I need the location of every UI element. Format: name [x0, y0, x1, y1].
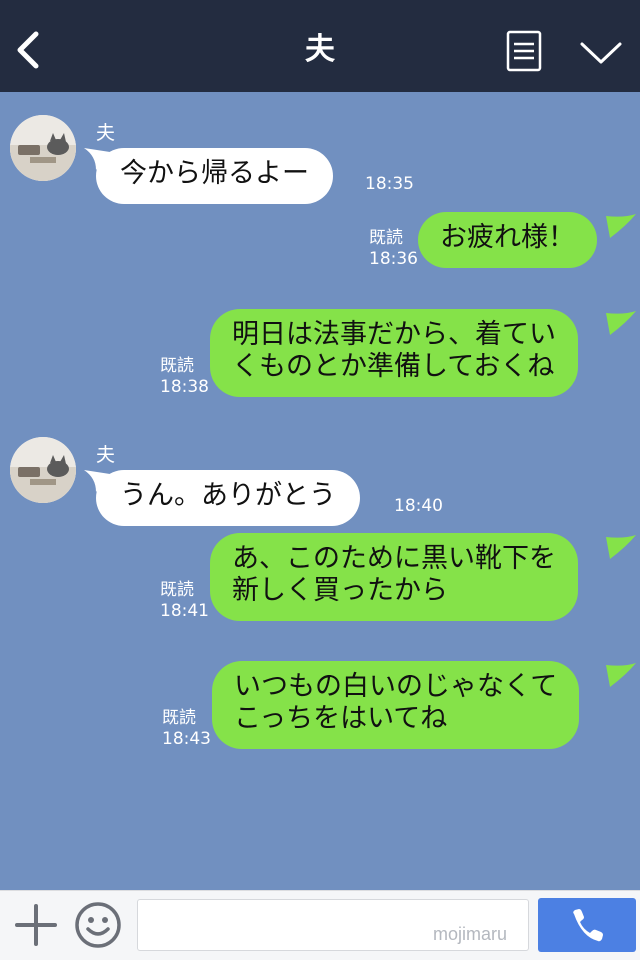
sender-name: 夫 — [96, 444, 116, 466]
emoji-button[interactable] — [74, 901, 122, 949]
add-attachment-button[interactable] — [14, 903, 58, 947]
message-time: 18:43 — [162, 729, 211, 749]
phone-icon — [573, 909, 603, 942]
chevron-down-icon — [580, 42, 622, 64]
read-status: 既読 18:43 — [162, 708, 211, 750]
message-time: 18:35 — [365, 174, 414, 194]
input-bar: mojimaru — [0, 890, 640, 960]
menu-list-icon — [506, 30, 542, 72]
message-bubble[interactable]: 今から帰るよー — [96, 148, 333, 204]
bubble-tail — [606, 311, 636, 335]
emoji-smiley-icon — [75, 902, 121, 948]
read-label: 既読 — [162, 708, 196, 728]
message-time: 18:36 — [369, 249, 418, 269]
message-bubble[interactable]: お疲れ様！ — [418, 212, 597, 268]
chat-header: 夫 — [0, 0, 640, 92]
message-text: お疲れ様！ — [440, 222, 575, 253]
message-bubble[interactable]: あ、このために黒い靴下を 新しく買ったから — [210, 533, 578, 621]
avatar[interactable] — [10, 115, 76, 181]
message-bubble[interactable]: 明日は法事だから、着てい くものとか準備しておくね — [210, 309, 578, 397]
chat-area[interactable]: 夫 今から帰るよー 18:35 既読 18:36 お疲れ様！ 既読 18:38 … — [0, 92, 640, 890]
menu-button[interactable] — [504, 30, 544, 74]
chat-title: 夫 — [305, 32, 335, 67]
read-status: 既読 18:41 — [160, 580, 209, 622]
message-line: こっちをはいてね — [234, 703, 448, 734]
call-button[interactable] — [538, 898, 636, 952]
read-label: 既読 — [160, 580, 194, 600]
bubble-tail — [606, 214, 636, 238]
read-label: 既読 — [369, 228, 403, 248]
message-line: 明日は法事だから、着てい — [232, 319, 556, 350]
message-time: 18:40 — [394, 496, 443, 516]
sender-name: 夫 — [96, 122, 116, 144]
read-status: 既読 18:36 — [369, 228, 418, 270]
bubble-tail — [606, 535, 636, 559]
message-text: うん。ありがとう — [120, 480, 336, 511]
message-time: 18:41 — [160, 601, 209, 621]
avatar-photo — [10, 115, 76, 181]
message-line: くものとか準備しておくね — [232, 351, 555, 382]
message-bubble[interactable]: いつもの白いのじゃなくて こっちをはいてね — [212, 661, 580, 749]
bubble-tail — [606, 663, 636, 687]
read-label: 既読 — [160, 356, 194, 376]
avatar-photo — [10, 437, 76, 503]
read-status: 既読 18:38 — [160, 356, 209, 398]
message-line: いつもの白いのじゃなくて — [234, 671, 558, 702]
collapse-button[interactable] — [578, 34, 624, 70]
watermark-text: mojimaru — [433, 924, 508, 944]
message-time: 18:38 — [160, 377, 209, 397]
message-line: あ、このために黒い靴下を — [232, 543, 556, 574]
plus-icon — [15, 904, 57, 946]
avatar[interactable] — [10, 437, 76, 503]
message-bubble[interactable]: うん。ありがとう — [96, 470, 360, 526]
message-line: 新しく買ったから — [232, 575, 448, 606]
message-text: 今から帰るよー — [120, 158, 309, 189]
